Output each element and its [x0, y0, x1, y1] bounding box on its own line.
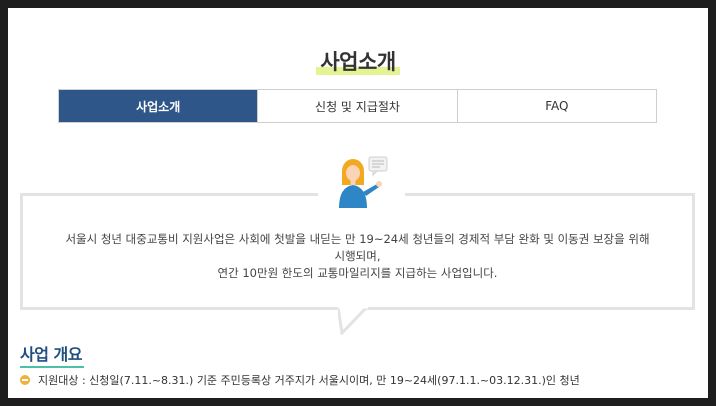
tab-faq[interactable]: FAQ: [458, 90, 656, 122]
overview-title: 사업 개요: [20, 341, 84, 368]
speech-tail: [338, 307, 368, 335]
overview-section: 사업 개요: [20, 341, 84, 368]
intro-box: 서울시 청년 대중교통비 지원사업은 사회에 첫발을 내딛는 만 19~24세 …: [20, 193, 695, 310]
overview-title-underline: [20, 366, 84, 368]
intro-line-2: 시행되며,: [334, 249, 381, 263]
tab-business-intro[interactable]: 사업소개: [59, 90, 259, 122]
intro-line-3: 연간 10만원 한도의 교통마일리지를 지급하는 사업입니다.: [217, 266, 498, 280]
box-top-left-border: [20, 193, 318, 196]
intro-line-1: 서울시 청년 대중교통비 지원사업은 사회에 첫발을 내딛는 만 19~24세 …: [65, 232, 650, 246]
eligibility-text: 지원대상 : 신청일(7.11.~8.31.) 기준 주민등록상 거주지가 서울…: [38, 374, 580, 387]
page-title-wrap: 사업소개: [8, 46, 708, 76]
box-top-right-border: [405, 193, 695, 196]
intro-text: 서울시 청년 대중교통비 지원사업은 사회에 첫발을 내딛는 만 19~24세 …: [43, 231, 672, 282]
page-title: 사업소개: [316, 46, 400, 76]
list-item: 지원대상 : 신청일(7.11.~8.31.) 기준 주민등록상 거주지가 서울…: [20, 372, 580, 388]
page-content: 사업소개 사업소개 신청 및 지급절차 FAQ 서울시 청년 대중교통비 지원사…: [8, 8, 708, 398]
tab-application-procedure[interactable]: 신청 및 지급절차: [258, 90, 458, 122]
bullet-icon: [20, 375, 30, 385]
tab-bar: 사업소개 신청 및 지급절차 FAQ: [58, 89, 657, 123]
